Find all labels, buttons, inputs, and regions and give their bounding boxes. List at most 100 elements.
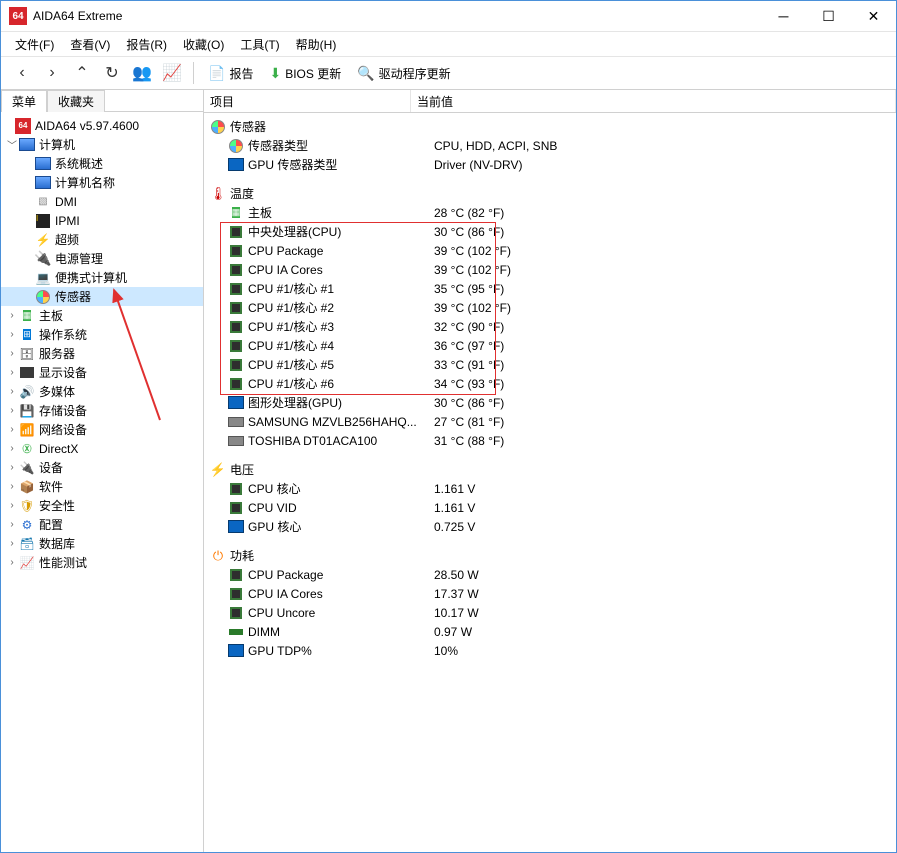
maximize-button[interactable]: ☐ <box>806 1 851 31</box>
data-row[interactable]: GPU TDP%10% <box>204 641 896 660</box>
up-button[interactable]: ⌃ <box>71 62 93 84</box>
data-row[interactable]: GPU 传感器类型Driver (NV-DRV) <box>204 155 896 174</box>
data-row[interactable]: CPU #1/核心 #239 °C (102 °F) <box>204 298 896 317</box>
data-row[interactable]: CPU #1/核心 #436 °C (97 °F) <box>204 336 896 355</box>
forward-button[interactable]: › <box>41 62 63 84</box>
row-label: 主板 <box>248 204 272 221</box>
chevron-right-icon[interactable]: › <box>5 386 19 397</box>
chevron-right-icon[interactable]: › <box>5 500 19 511</box>
user-icon[interactable]: 👥 <box>131 62 153 84</box>
data-row[interactable]: CPU #1/核心 #135 °C (95 °F) <box>204 279 896 298</box>
refresh-button[interactable]: ↻ <box>101 62 123 84</box>
tree-item[interactable]: IIPMI <box>1 211 203 230</box>
data-row[interactable]: TOSHIBA DT01ACA10031 °C (88 °F) <box>204 431 896 450</box>
data-row[interactable]: CPU Package39 °C (102 °F) <box>204 241 896 260</box>
tree-item-label: 超频 <box>55 231 79 248</box>
chevron-right-icon[interactable]: › <box>5 481 19 492</box>
bios-update-button[interactable]: ⬇ BIOS 更新 <box>261 60 349 86</box>
driver-update-button[interactable]: 🔍 驱动程序更新 <box>349 60 458 86</box>
tab-favorites[interactable]: 收藏夹 <box>47 90 105 112</box>
tree-item[interactable]: ›▦主板 <box>1 306 203 325</box>
row-label: CPU Uncore <box>248 606 315 620</box>
back-button[interactable]: ‹ <box>11 62 33 84</box>
section-sensor-label: 传感器 <box>230 118 266 135</box>
chevron-right-icon[interactable]: › <box>5 538 19 549</box>
data-row[interactable]: GPU 核心0.725 V <box>204 517 896 536</box>
chevron-right-icon[interactable]: › <box>5 443 19 454</box>
mm-icon: 🔊 <box>19 384 35 400</box>
chevron-right-icon[interactable]: › <box>5 348 19 359</box>
tree-item[interactable]: ›🔊多媒体 <box>1 382 203 401</box>
data-row[interactable]: CPU IA Cores39 °C (102 °F) <box>204 260 896 279</box>
tree-item-label: 软件 <box>39 478 63 495</box>
row-label: CPU #1/核心 #1 <box>248 280 334 297</box>
tree-item[interactable]: 系统概述 <box>1 154 203 173</box>
data-row[interactable]: CPU Package28.50 W <box>204 565 896 584</box>
chevron-right-icon[interactable]: › <box>5 329 19 340</box>
col-value[interactable]: 当前值 <box>411 90 896 112</box>
menu-report[interactable]: 报告(R) <box>118 33 175 56</box>
data-row[interactable]: DIMM0.97 W <box>204 622 896 641</box>
row-value: 0.97 W <box>428 625 896 639</box>
tree-item[interactable]: ›显示设备 <box>1 363 203 382</box>
tree-item[interactable]: ›ⓍDirectX <box>1 439 203 458</box>
tree-item[interactable]: 传感器 <box>1 287 203 306</box>
data-row[interactable]: 中央处理器(CPU)30 °C (86 °F) <box>204 222 896 241</box>
chevron-right-icon[interactable]: › <box>5 367 19 378</box>
report-button[interactable]: 📄 报告 <box>200 60 261 86</box>
tree-item[interactable]: ▧DMI <box>1 192 203 211</box>
data-row[interactable]: CPU Uncore10.17 W <box>204 603 896 622</box>
report-label: 报告 <box>229 65 253 82</box>
tree-item[interactable]: ›🔌设备 <box>1 458 203 477</box>
computer-icon <box>19 137 35 153</box>
tree-item[interactable]: ›🗃数据库 <box>1 534 203 553</box>
chevron-right-icon[interactable]: › <box>5 519 19 530</box>
tree-item[interactable]: ⚡超频 <box>1 230 203 249</box>
laptop-icon: 💻 <box>35 270 51 286</box>
nav-tree[interactable]: 64 AIDA64 v5.97.4600 ﹀ 计算机 系统概述计算机名称▧DMI… <box>1 112 203 852</box>
chevron-right-icon[interactable]: › <box>5 462 19 473</box>
menu-view[interactable]: 查看(V) <box>62 33 118 56</box>
data-row[interactable]: ▦主板28 °C (82 °F) <box>204 203 896 222</box>
tree-item[interactable]: ›📈性能测试 <box>1 553 203 572</box>
sensor-list[interactable]: 传感器 传感器类型CPU, HDD, ACPI, SNBGPU 传感器类型Dri… <box>204 113 896 852</box>
data-row[interactable]: CPU #1/核心 #533 °C (91 °F) <box>204 355 896 374</box>
data-row[interactable]: CPU #1/核心 #332 °C (90 °F) <box>204 317 896 336</box>
chevron-right-icon[interactable]: › <box>5 424 19 435</box>
menu-file[interactable]: 文件(F) <box>7 33 62 56</box>
data-row[interactable]: CPU VID1.161 V <box>204 498 896 517</box>
tree-item[interactable]: ›🗄服务器 <box>1 344 203 363</box>
tree-item[interactable]: 🔌电源管理 <box>1 249 203 268</box>
tree-item[interactable]: ›💾存储设备 <box>1 401 203 420</box>
menu-tools[interactable]: 工具(T) <box>232 33 287 56</box>
tree-item[interactable]: 计算机名称 <box>1 173 203 192</box>
data-row[interactable]: 图形处理器(GPU)30 °C (86 °F) <box>204 393 896 412</box>
ssd-icon <box>228 414 244 430</box>
menu-help[interactable]: 帮助(H) <box>288 33 345 56</box>
tree-item[interactable]: ›🛡安全性 <box>1 496 203 515</box>
data-row[interactable]: SAMSUNG MZVLB256HAHQ...27 °C (81 °F) <box>204 412 896 431</box>
data-row[interactable]: 传感器类型CPU, HDD, ACPI, SNB <box>204 136 896 155</box>
tree-item[interactable]: ›📦软件 <box>1 477 203 496</box>
close-button[interactable]: ✕ <box>851 1 896 31</box>
data-row[interactable]: CPU IA Cores17.37 W <box>204 584 896 603</box>
chevron-right-icon[interactable]: › <box>5 557 19 568</box>
section-voltage: ⚡ 电压 <box>204 460 896 479</box>
tree-item[interactable]: 💻便携式计算机 <box>1 268 203 287</box>
data-row[interactable]: CPU #1/核心 #634 °C (93 °F) <box>204 374 896 393</box>
tree-item[interactable]: ›📶网络设备 <box>1 420 203 439</box>
tab-menu[interactable]: 菜单 <box>1 90 47 112</box>
data-row[interactable]: CPU 核心1.161 V <box>204 479 896 498</box>
section-power: ⏻ 功耗 <box>204 546 896 565</box>
menu-fav[interactable]: 收藏(O) <box>175 33 232 56</box>
chart-icon[interactable]: 📈 <box>161 62 183 84</box>
tree-item[interactable]: ›⚙配置 <box>1 515 203 534</box>
tree-root[interactable]: 64 AIDA64 v5.97.4600 <box>1 116 203 135</box>
col-field[interactable]: 项目 <box>204 90 411 112</box>
chevron-right-icon[interactable]: › <box>5 405 19 416</box>
chevron-right-icon[interactable]: › <box>5 310 19 321</box>
chevron-down-icon[interactable]: ﹀ <box>5 137 19 152</box>
minimize-button[interactable]: ─ <box>761 1 806 31</box>
tree-computer[interactable]: ﹀ 计算机 <box>1 135 203 154</box>
tree-item[interactable]: ›⊞操作系统 <box>1 325 203 344</box>
